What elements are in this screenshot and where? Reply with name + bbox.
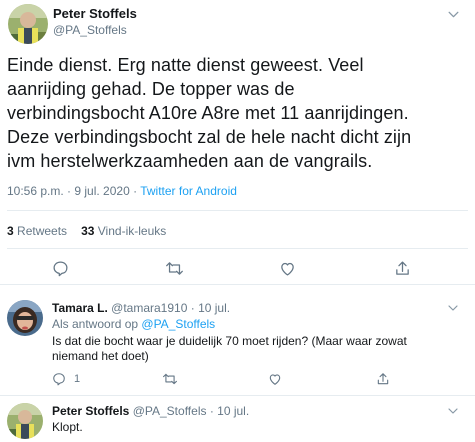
reply-author-avatar[interactable] [7, 300, 43, 336]
reply-to-line: Als antwoord op @PA_Stoffels [52, 317, 215, 331]
reply-date[interactable]: · 10 jul. [210, 404, 249, 418]
reply-author-handle[interactable]: @tamara1910 [111, 301, 187, 315]
divider [7, 210, 468, 211]
main-tweet: Peter Stoffels @PA_Stoffels Einde dienst… [0, 0, 475, 285]
retweets-stat[interactable]: 3 Retweets [7, 224, 67, 238]
tweet-stats: 3 Retweets 33 Vind-ik-leuks [7, 224, 166, 238]
tweet-meta: 10:56 p.m. · 9 jul. 2020 · Twitter for A… [7, 184, 237, 198]
reply-tweet[interactable]: Peter Stoffels @PA_Stoffels · 10 jul. Kl… [0, 397, 475, 442]
like-icon[interactable] [268, 372, 282, 386]
author-avatar[interactable] [8, 4, 48, 44]
reply-icon[interactable] [52, 260, 69, 277]
retweet-icon[interactable] [162, 372, 178, 386]
share-icon[interactable] [376, 372, 390, 386]
reply-icon[interactable] [52, 372, 66, 386]
reply-tweet[interactable]: Tamara L. @tamara1910 · 10 jul. Als antw… [0, 286, 475, 396]
tweet-text: Einde dienst. Erg natte dienst geweest. … [7, 55, 412, 171]
retweet-icon[interactable] [165, 260, 184, 277]
reply-author-name[interactable]: Peter Stoffels [52, 404, 129, 418]
retweets-label: Retweets [17, 224, 68, 238]
reply-header: Peter Stoffels @PA_Stoffels · 10 jul. [52, 404, 249, 418]
chevron-down-icon[interactable] [447, 302, 459, 314]
reply-text: Klopt. [52, 420, 83, 434]
reply-to-handle[interactable]: @PA_Stoffels [141, 317, 215, 331]
likes-count: 33 [81, 224, 95, 238]
reply-to-prefix: Als antwoord op [52, 317, 142, 331]
like-icon[interactable] [279, 260, 296, 277]
chevron-down-icon[interactable] [447, 8, 460, 21]
reply-text: Is dat die bocht waar je duidelijk 70 mo… [52, 334, 407, 363]
reply-date[interactable]: · 10 jul. [191, 301, 230, 315]
chevron-down-icon[interactable] [447, 405, 459, 417]
reply-header: Tamara L. @tamara1910 · 10 jul. [52, 301, 230, 315]
likes-stat[interactable]: 33 Vind-ik-leuks [81, 224, 166, 238]
share-icon[interactable] [394, 260, 411, 277]
likes-label: Vind-ik-leuks [97, 224, 167, 238]
tweet-timestamp[interactable]: 10:56 p.m. · 9 jul. 2020 · [7, 184, 140, 198]
retweets-count: 3 [7, 224, 14, 238]
reply-author-name[interactable]: Tamara L. [52, 301, 108, 315]
tweet-source[interactable]: Twitter for Android [140, 184, 237, 198]
author-name[interactable]: Peter Stoffels [53, 6, 137, 21]
author-handle[interactable]: @PA_Stoffels [53, 23, 127, 37]
reply-count: 1 [74, 373, 81, 385]
reply-author-handle[interactable]: @PA_Stoffels [133, 404, 207, 418]
reply-author-avatar[interactable] [7, 403, 43, 439]
divider [7, 248, 468, 249]
